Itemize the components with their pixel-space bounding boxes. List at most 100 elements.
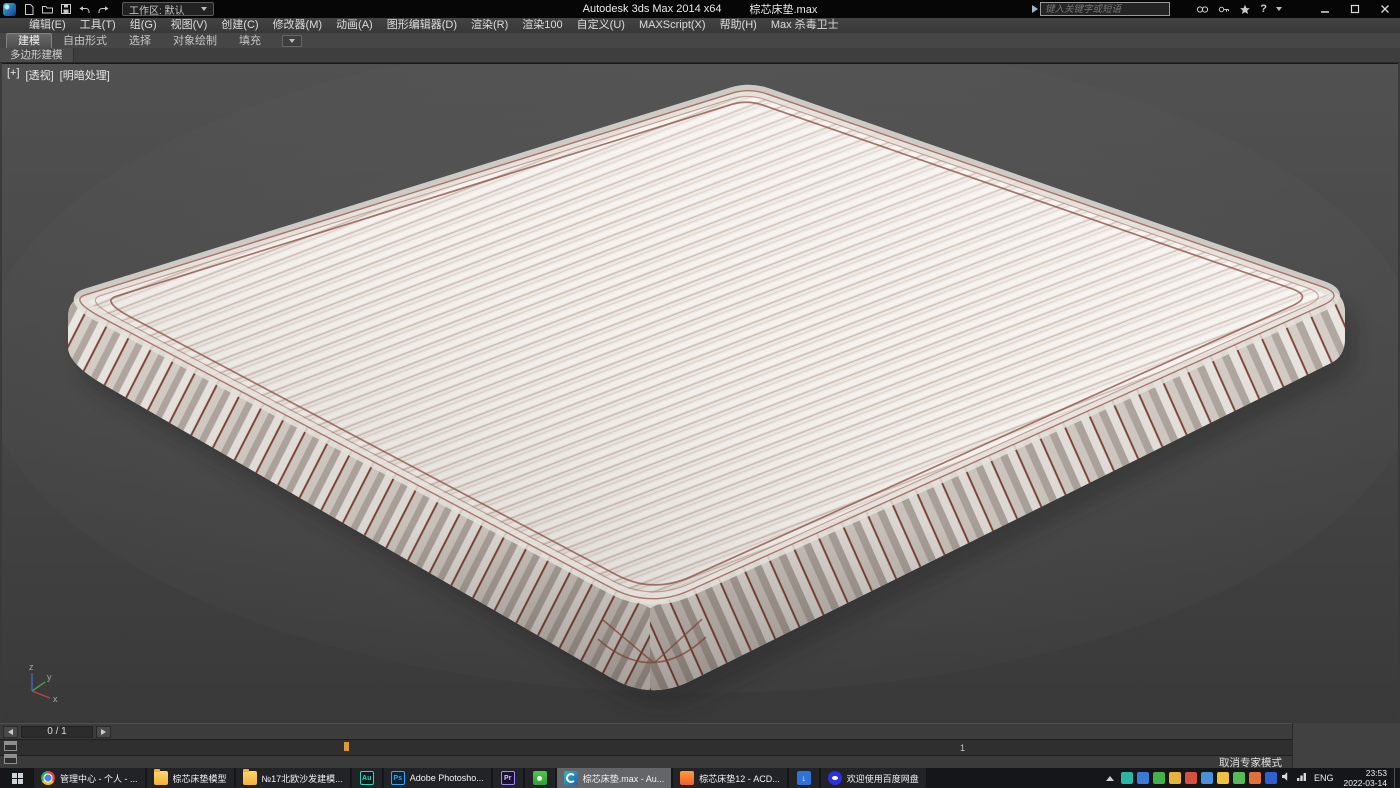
- track-bar[interactable]: 1: [0, 739, 1292, 756]
- menu-create[interactable]: 创建(C): [214, 18, 265, 33]
- redo-button[interactable]: [97, 4, 110, 15]
- menu-graph-editors[interactable]: 图形编辑器(D): [380, 18, 464, 33]
- taskbar-folder-button-2[interactable]: №17北欧沙发建模...: [236, 768, 350, 788]
- tray-icon-3[interactable]: [1153, 772, 1165, 784]
- folder-icon: [243, 771, 257, 785]
- tray-icon-4[interactable]: [1169, 772, 1181, 784]
- tray-icon-9[interactable]: [1249, 772, 1261, 784]
- taskbar-chrome-button[interactable]: 管理中心 - 个人 - ...: [34, 768, 145, 788]
- language-indicator[interactable]: ENG: [1314, 773, 1334, 783]
- menu-bar: 编辑(E) 工具(T) 组(G) 视图(V) 创建(C) 修改器(M) 动画(A…: [0, 18, 1400, 33]
- taskbar-photoshop-button[interactable]: Ps Adobe Photosho...: [384, 768, 491, 788]
- photoshop-icon: Ps: [391, 771, 405, 785]
- search-arrow-icon[interactable]: [1032, 5, 1038, 13]
- undo-button[interactable]: [78, 4, 91, 15]
- taskbar-folder-button-1[interactable]: 棕芯床垫模型: [147, 768, 234, 788]
- tray-expand-icon[interactable]: [1106, 776, 1114, 781]
- right-arrow-icon: [101, 729, 106, 735]
- status-panel-icon[interactable]: [4, 754, 17, 764]
- menu-group[interactable]: 组(G): [123, 18, 164, 33]
- clock-date: 2022-03-14: [1344, 778, 1387, 788]
- new-file-button[interactable]: [23, 3, 35, 16]
- help-dropdown-icon[interactable]: [1276, 7, 1282, 11]
- ribbon-tab-populate[interactable]: 填充: [228, 34, 272, 48]
- tray-icon-10[interactable]: [1265, 772, 1277, 784]
- viewport-general-menu[interactable]: [+]: [7, 67, 20, 83]
- taskbar-audition-button[interactable]: Au: [352, 768, 382, 788]
- ribbon-panel-row: 多边形建模: [0, 48, 1400, 63]
- taskbar-premiere-button[interactable]: Pr: [493, 768, 523, 788]
- search-icon[interactable]: [1196, 4, 1209, 15]
- info-center-icons: [1196, 0, 1282, 18]
- network-icon[interactable]: [1296, 769, 1307, 787]
- menu-max-guard[interactable]: Max 杀毒卫士: [764, 18, 846, 33]
- ribbon-tab-modeling[interactable]: 建模: [6, 33, 52, 48]
- 3dsmax-logo-icon[interactable]: [3, 3, 16, 16]
- viewport-canvas[interactable]: x y z: [2, 64, 1398, 723]
- viewport-shading-menu[interactable]: [明暗处理]: [60, 67, 110, 83]
- chrome-icon: [41, 771, 55, 785]
- document-title: 棕芯床垫.max: [749, 1, 817, 17]
- frame-display[interactable]: 0 / 1: [21, 726, 93, 738]
- baidu-netdisk-icon: [828, 771, 842, 785]
- workspace-selector[interactable]: 工作区: 默认: [122, 2, 214, 16]
- title-bar: 工作区: 默认 Autodesk 3ds Max 2014 x64 棕芯床垫.m…: [0, 0, 1400, 18]
- viewport[interactable]: [+] [透视] [明暗处理]: [2, 63, 1398, 723]
- menu-edit[interactable]: 编辑(E): [22, 18, 73, 33]
- ribbon-options-button[interactable]: [282, 35, 302, 47]
- next-frame-button[interactable]: [96, 726, 111, 738]
- help-icon[interactable]: [1260, 3, 1267, 15]
- tray-icon-7[interactable]: [1217, 772, 1229, 784]
- status-bar: 取消专家模式: [0, 756, 1400, 768]
- tray-icon-8[interactable]: [1233, 772, 1245, 784]
- window-title: Autodesk 3ds Max 2014 x64 棕芯床垫.max: [380, 0, 1020, 18]
- tray-icon-6[interactable]: [1201, 772, 1213, 784]
- clock[interactable]: 23:53 2022-03-14: [1344, 768, 1387, 788]
- help-search: [1032, 2, 1170, 16]
- show-desktop-button[interactable]: [1394, 768, 1398, 788]
- ribbon-tab-freeform[interactable]: 自由形式: [52, 34, 118, 48]
- taskbar-acdsee-button[interactable]: 棕芯床垫12 - ACD...: [673, 768, 787, 788]
- premiere-icon: Pr: [501, 771, 515, 785]
- maxscript-mini-listener: [4, 741, 17, 764]
- tray-icon-2[interactable]: [1137, 772, 1149, 784]
- folder-icon: [154, 771, 168, 785]
- clock-time: 23:53: [1366, 768, 1387, 778]
- menu-help[interactable]: 帮助(H): [713, 18, 764, 33]
- tray-icon-1[interactable]: [1121, 772, 1133, 784]
- taskbar-3dsmax-button[interactable]: 棕芯床垫.max - Au...: [557, 768, 672, 788]
- taskbar-green-app-button[interactable]: [525, 768, 555, 788]
- key-icon[interactable]: [1218, 4, 1230, 15]
- taskbar-idm-button[interactable]: [789, 768, 819, 788]
- open-file-button[interactable]: [41, 3, 54, 15]
- viewport-pov-menu[interactable]: [透视]: [26, 67, 54, 83]
- help-search-input[interactable]: [1040, 2, 1170, 16]
- star-icon[interactable]: [1239, 4, 1251, 15]
- menu-modifiers[interactable]: 修改器(M): [266, 18, 330, 33]
- time-slider-handle[interactable]: [344, 742, 349, 751]
- start-button[interactable]: [0, 768, 34, 788]
- maximize-button[interactable]: [1340, 0, 1370, 18]
- taskbar-baidu-netdisk-button[interactable]: 欢迎使用百度网盘: [821, 768, 926, 788]
- mini-listener-icon[interactable]: [4, 741, 17, 751]
- menu-maxscript[interactable]: MAXScript(X): [632, 18, 713, 33]
- tray-icon-5[interactable]: [1185, 772, 1197, 784]
- close-button[interactable]: [1370, 0, 1400, 18]
- menu-tools[interactable]: 工具(T): [73, 18, 123, 33]
- menu-customize[interactable]: 自定义(U): [570, 18, 632, 33]
- minimize-button[interactable]: [1310, 0, 1340, 18]
- ribbon-tab-object-paint[interactable]: 对象绘制: [162, 34, 228, 48]
- axis-x-label: x: [53, 694, 58, 704]
- volume-icon[interactable]: [1281, 769, 1292, 787]
- app-title: Autodesk 3ds Max 2014 x64: [583, 3, 722, 15]
- menu-animation[interactable]: 动画(A): [329, 18, 380, 33]
- track-bar-frame-label: 1: [960, 743, 965, 753]
- menu-render100[interactable]: 渲染100: [515, 18, 569, 33]
- previous-frame-button[interactable]: [3, 726, 18, 738]
- menu-views[interactable]: 视图(V): [164, 18, 215, 33]
- menu-rendering[interactable]: 渲染(R): [464, 18, 515, 33]
- save-file-button[interactable]: [60, 3, 72, 15]
- polygon-modeling-panel[interactable]: 多边形建模: [0, 48, 74, 62]
- windows-taskbar: 管理中心 - 个人 - ... 棕芯床垫模型 №17北欧沙发建模... Au P…: [0, 768, 1400, 788]
- ribbon-tab-selection[interactable]: 选择: [118, 34, 162, 48]
